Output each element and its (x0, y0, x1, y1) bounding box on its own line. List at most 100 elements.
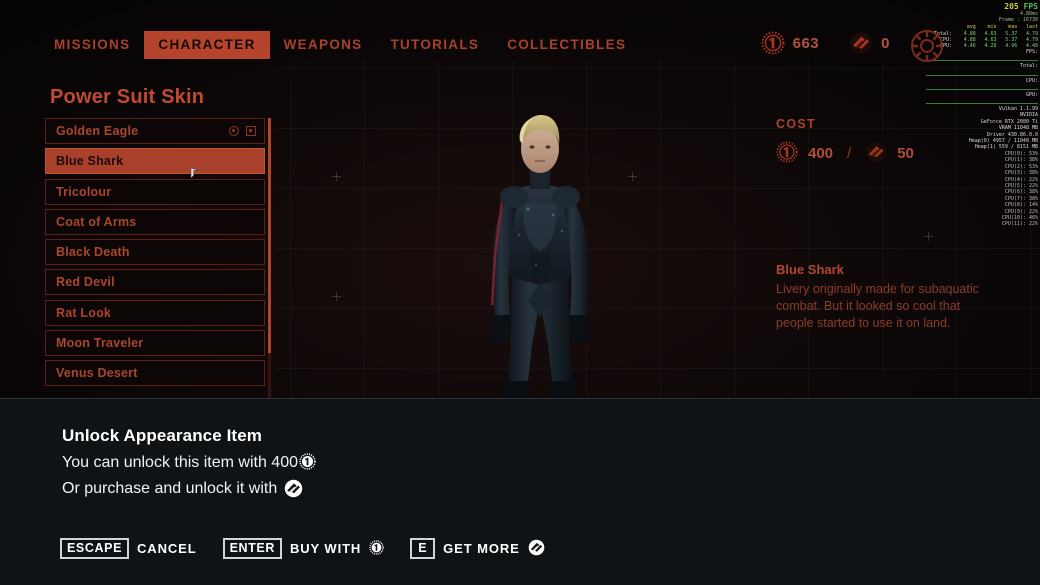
cpu-core-label: CPU(3): (1004, 170, 1026, 177)
cpu-core-label: CPU(1): (1004, 157, 1026, 164)
list-scrollbar-thumb[interactable] (268, 118, 271, 353)
cpu-core-value: 22% (1028, 208, 1038, 215)
list-item-label: Venus Desert (56, 366, 138, 381)
cpu-core-value: 22% (1028, 182, 1038, 189)
tab-missions[interactable]: MISSIONS (40, 31, 144, 59)
list-item-tricolour[interactable]: Tricolour (45, 178, 265, 205)
cpu-core-value: 38% (1028, 170, 1038, 177)
list-item-venus-desert[interactable]: Venus Desert (45, 360, 265, 387)
prompt-buy-with[interactable]: ENTER BUY WITH (222, 538, 385, 560)
total-graph (926, 71, 1038, 76)
unlock-dialog: Unlock Appearance Item You can unlock th… (0, 398, 1040, 585)
list-item-moon-traveler[interactable]: Moon Traveler (45, 330, 265, 357)
coin-icon (369, 539, 384, 558)
prompt-cancel-label: CANCEL (137, 541, 197, 557)
premium-currency-icon (528, 539, 545, 558)
list-item-rat-look[interactable]: Rat Look (45, 299, 265, 326)
premium-currency-icon (865, 141, 889, 165)
item-description: Livery originally made for subaquatic co… (776, 282, 979, 330)
cpu-core-label: CPU(5): (1004, 182, 1026, 189)
coin-icon (776, 141, 800, 165)
premium-currency-icon (849, 31, 873, 55)
cost-values: 400 / 50 (776, 141, 914, 165)
fps-value: 205 (1004, 2, 1019, 11)
currency-display: 663 0 (761, 31, 890, 55)
tab-character[interactable]: CHARACTER (144, 31, 270, 59)
premium-amount: 0 (881, 34, 890, 52)
cpu-core-label: CPU(6): (1004, 189, 1026, 196)
item-description-panel: Blue Shark Livery originally made for su… (776, 262, 1001, 332)
cpu-core-value: 22% (1028, 221, 1038, 228)
list-item-label: Rat Look (56, 305, 112, 320)
cpu-core-value: 53% (1028, 163, 1038, 170)
cpu-core-label: CPU(10): (1001, 214, 1026, 221)
tab-collectibles[interactable]: COLLECTIBLES (493, 31, 640, 59)
list-scrollbar[interactable] (268, 118, 271, 400)
cpu-core-label: CPU(4): (1004, 176, 1026, 183)
currency-premium: 0 (849, 31, 890, 55)
cpu-core-value: 46% (1028, 214, 1038, 221)
grid-cross-marker (924, 232, 933, 241)
frame-label: Frame : (998, 17, 1020, 24)
cpu-core-value: 14% (1028, 202, 1038, 209)
dialog-line-1: You can unlock this item with 400 (62, 453, 316, 472)
page-title: Power Suit Skin (50, 86, 205, 108)
prompt-cancel[interactable]: ESCAPE CANCEL (60, 538, 197, 560)
graph-label-total: Total: (1019, 63, 1038, 70)
tab-tutorials[interactable]: TUTORIALS (376, 31, 493, 59)
gpu-graph (926, 99, 1038, 105)
coin-icon (299, 453, 316, 472)
list-item-label: Blue Shark (56, 154, 124, 169)
currency-coins: 663 (761, 31, 820, 55)
dialog-line-2: Or purchase and unlock it with (62, 479, 303, 499)
list-item-label: Tricolour (56, 184, 112, 199)
cost-coin-amount: 400 (808, 144, 834, 162)
list-item-label: Moon Traveler (56, 336, 144, 351)
dialog-line-2-text: Or purchase and unlock it with (62, 480, 278, 497)
list-item-label: Coat of Arms (56, 214, 137, 229)
grid-cross-marker (332, 292, 341, 301)
cpu-core-value: 22% (1028, 176, 1038, 183)
prompt-get-more-label: GET MORE (443, 541, 520, 557)
cpu-core-value: 53% (1028, 150, 1038, 157)
frame-counter: Frame : 16730 (926, 17, 1038, 23)
cpu-graph (926, 85, 1038, 90)
prompt-buy-label: BUY WITH (289, 541, 362, 557)
cost-separator: / (847, 144, 852, 162)
character-model (490, 115, 590, 401)
premium-currency-icon (284, 479, 303, 499)
owned-icon (246, 126, 256, 136)
cpu-core-label: CPU(8): (1004, 202, 1026, 209)
dialog-line-1-text: You can unlock this item with 400 (62, 453, 298, 471)
cpu-core-11: CPU(11): 22% (926, 221, 1038, 227)
cpu-core-label: CPU(2): (1004, 163, 1026, 170)
key-e[interactable]: E (410, 538, 436, 560)
cpu-core-label: CPU(7): (1004, 195, 1026, 202)
key-enter[interactable]: ENTER (222, 538, 282, 560)
cost-premium-amount: 50 (897, 144, 914, 162)
list-item-coat-of-arms[interactable]: Coat of Arms (45, 208, 265, 235)
grid-cross-marker (332, 172, 341, 181)
list-item-golden-eagle[interactable]: Golden Eagle (45, 118, 265, 144)
key-escape[interactable]: ESCAPE (60, 538, 130, 560)
list-item-label: Black Death (56, 245, 130, 260)
list-item-red-devil[interactable]: Red Devil (45, 269, 265, 296)
gear-icon (911, 30, 943, 62)
item-name: Blue Shark (776, 262, 844, 277)
tab-weapons[interactable]: WEAPONS (270, 31, 377, 59)
skin-list[interactable]: Golden Eagle Blue Shark Tricolour Coat o… (45, 118, 265, 400)
cpu-core-value: 38% (1028, 157, 1038, 164)
coin-amount: 663 (792, 34, 820, 52)
list-item-blue-shark[interactable]: Blue Shark (45, 148, 265, 175)
frame-number: 16730 (1022, 17, 1038, 24)
fps-line: 205 FPS (926, 2, 1038, 11)
list-item-label: Golden Eagle (56, 124, 139, 138)
graph-label-gpu: GPU: (1025, 91, 1038, 98)
list-item-black-death[interactable]: Black Death (45, 239, 265, 266)
equipped-icon (229, 126, 239, 136)
cost-label: COST (776, 117, 816, 131)
cpu-core-label: CPU(11): (1001, 221, 1026, 228)
list-item-status-icons (229, 119, 256, 143)
graph-label-cpu: CPU: (1025, 77, 1038, 84)
prompt-get-more[interactable]: E GET MORE (410, 538, 545, 560)
